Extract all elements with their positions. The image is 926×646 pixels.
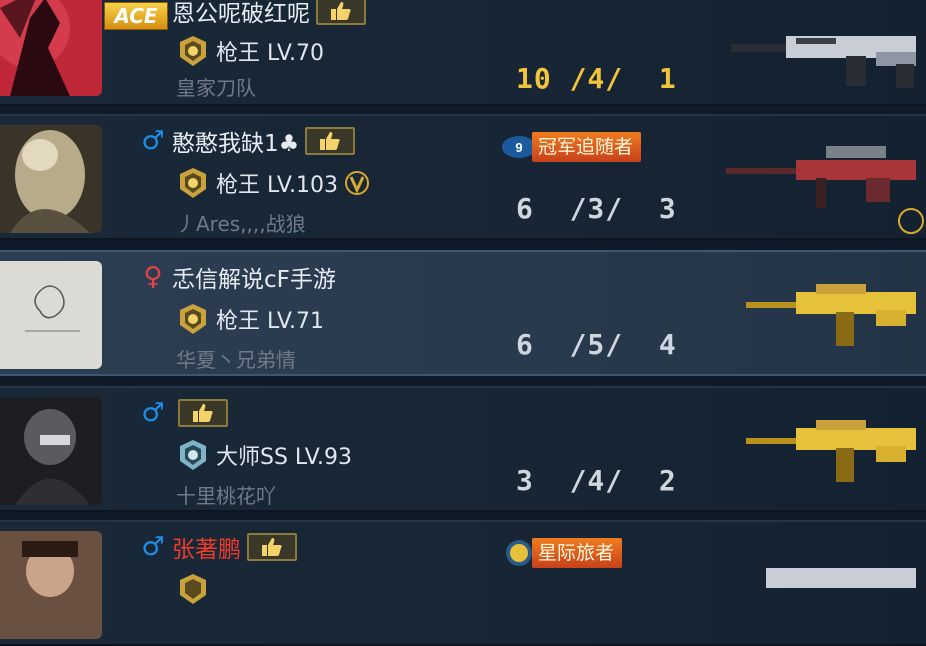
player-row[interactable]: ACE 恩公呢破红呢 枪王 LV.70 皇家刀队 10 /4/ 1 — [0, 0, 926, 106]
male-gender-icon: ♂ — [141, 398, 165, 428]
clan-name: 皇家刀队 — [176, 76, 256, 100]
player-name: 张著鹏 — [172, 537, 241, 563]
thumbs-up-icon — [331, 2, 351, 20]
rank-level: 枪王 LV.70 — [216, 41, 325, 66]
like-button[interactable] — [247, 533, 297, 561]
player-row[interactable]: ♂ 憨憨我缺1♣ 9 冠军追随者 枪王 LV.103 丿Ares,,,,战狼 6… — [0, 114, 926, 240]
male-gender-icon: ♂ — [141, 126, 165, 156]
avatar — [0, 0, 102, 96]
title-label: 冠军追随者 — [532, 132, 642, 162]
rank-level: 枪王 LV.103 — [216, 173, 339, 198]
avatar — [0, 125, 102, 233]
player-name: 憨憨我缺1♣ — [172, 131, 300, 157]
title-badge: 星际旅者 — [500, 538, 623, 568]
like-button[interactable] — [316, 0, 366, 25]
rank-badge-icon — [180, 168, 206, 198]
player-row[interactable]: ♂ 张著鹏 星际旅者 — [0, 520, 926, 646]
title-badge: 9 冠军追随者 — [500, 132, 642, 162]
like-button[interactable] — [305, 127, 356, 155]
player-row[interactable]: ♂ 大师SS LV.93 十里桃花吖 3 /4/ 2 — [0, 386, 926, 512]
rifle-weapon-icon — [731, 36, 916, 88]
avatar — [0, 531, 102, 639]
female-gender-icon: ♀ — [143, 262, 163, 292]
gold-rifle-weapon-icon — [746, 284, 916, 346]
rank-badge-icon — [180, 574, 206, 604]
svg-text:9: 9 — [515, 140, 522, 155]
kda-score: 10 /4/ 1 — [516, 62, 677, 95]
thumbs-up-icon — [193, 404, 213, 422]
avatar — [0, 261, 102, 369]
kda-score: 6 /5/ 4 — [516, 328, 677, 361]
gold-rifle-weapon-icon — [746, 420, 916, 482]
kda-score: 3 /4/ 2 — [516, 464, 677, 497]
vip-v-icon — [345, 171, 370, 195]
player-name: 恩公呢破红呢 — [172, 1, 310, 27]
thumbs-up-icon — [262, 538, 282, 556]
gender-icon — [140, 0, 166, 24]
clan-name: 华夏丶兄弟情 — [176, 348, 296, 372]
kda-score: 6 /3/ 3 — [516, 192, 677, 225]
sniper-weapon-icon — [726, 146, 924, 234]
player-row-selected[interactable]: ♀ 忎信解说cF手游 枪王 LV.71 华夏丶兄弟情 6 /5/ 4 — [0, 250, 926, 376]
thumbs-up-icon — [320, 132, 340, 150]
rank-badge-icon — [180, 304, 206, 334]
avatar — [0, 397, 102, 505]
rank-level: 大师SS LV.93 — [216, 445, 352, 470]
clan-name: 丿Ares,,,,战狼 — [176, 212, 306, 236]
title-label: 星际旅者 — [532, 538, 623, 568]
rank-level: 枪王 LV.71 — [216, 309, 325, 334]
like-button[interactable] — [178, 399, 228, 427]
clan-name: 十里桃花吖 — [176, 484, 276, 508]
master-rank-badge-icon — [180, 440, 206, 470]
player-name: 忎信解说cF手游 — [172, 267, 336, 293]
male-gender-icon: ♂ — [141, 532, 165, 562]
rank-badge-icon — [180, 36, 206, 66]
rifle-weapon-icon — [766, 568, 916, 588]
